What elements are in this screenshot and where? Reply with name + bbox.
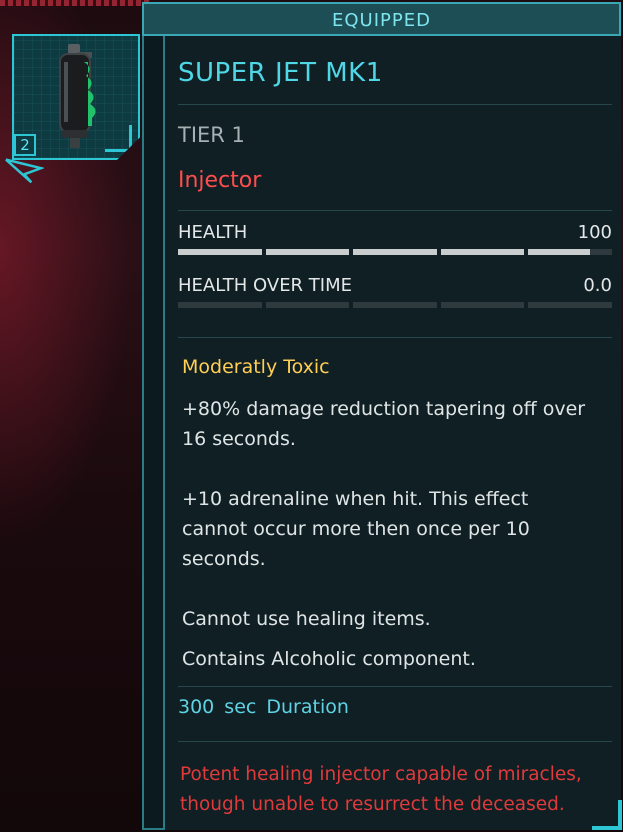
stat-value-health: 100 <box>577 222 612 243</box>
divider <box>178 337 612 338</box>
health-stat-bar <box>178 249 612 255</box>
stat-bar-fill <box>353 249 437 255</box>
divider <box>178 741 612 742</box>
effect-damage-reduction: +80% damage reduction tapering off over … <box>182 398 586 450</box>
stat-bar-segment <box>265 249 350 255</box>
stat-label-health: HEALTH <box>178 222 248 243</box>
stat-bar-fill <box>528 249 591 255</box>
equipped-header: EQUIPPED <box>142 2 621 36</box>
stat-bar-segment <box>440 302 525 308</box>
stat-bar-fill <box>178 249 262 255</box>
item-description: Potent healing injector capable of mirac… <box>180 764 582 815</box>
stat-bar-segment <box>440 249 525 255</box>
pointer-arrow-icon <box>5 158 44 184</box>
item-name: SUPER JET MK1 <box>178 58 383 88</box>
panel-corner-accent <box>592 800 622 830</box>
divider <box>178 210 612 211</box>
stat-bar-fill <box>265 249 350 255</box>
effect-no-healing: Cannot use healing items. <box>182 608 431 630</box>
duration-label: 300 sec Duration <box>178 696 349 718</box>
equipped-label: EQUIPPED <box>332 10 431 31</box>
stat-bar-fill <box>440 249 525 255</box>
stat-bar-segment <box>528 249 612 255</box>
stat-bar-segment <box>353 302 437 308</box>
stat-bar-segment <box>528 302 612 308</box>
stat-bar-segment <box>265 302 350 308</box>
stat-bar-segment <box>353 249 437 255</box>
stat-value-health-over-time: 0.0 <box>583 275 612 296</box>
stat-label-health-over-time: HEALTH OVER TIME <box>178 275 352 296</box>
divider <box>178 686 612 687</box>
effect-alcoholic: Contains Alcoholic component. <box>182 648 476 670</box>
divider <box>178 104 612 105</box>
stat-bar-segment <box>178 249 262 255</box>
item-type: Injector <box>178 168 262 193</box>
slot-corner-accent <box>105 125 132 152</box>
background-strip <box>0 0 150 6</box>
item-tier: TIER 1 <box>178 123 245 147</box>
health-over-time-stat-bar <box>178 302 612 308</box>
effect-adrenaline: +10 adrenaline when hit. This effect can… <box>182 488 530 570</box>
toxicity-label: Moderatly Toxic <box>182 356 330 378</box>
stat-bar-segment <box>178 302 262 308</box>
